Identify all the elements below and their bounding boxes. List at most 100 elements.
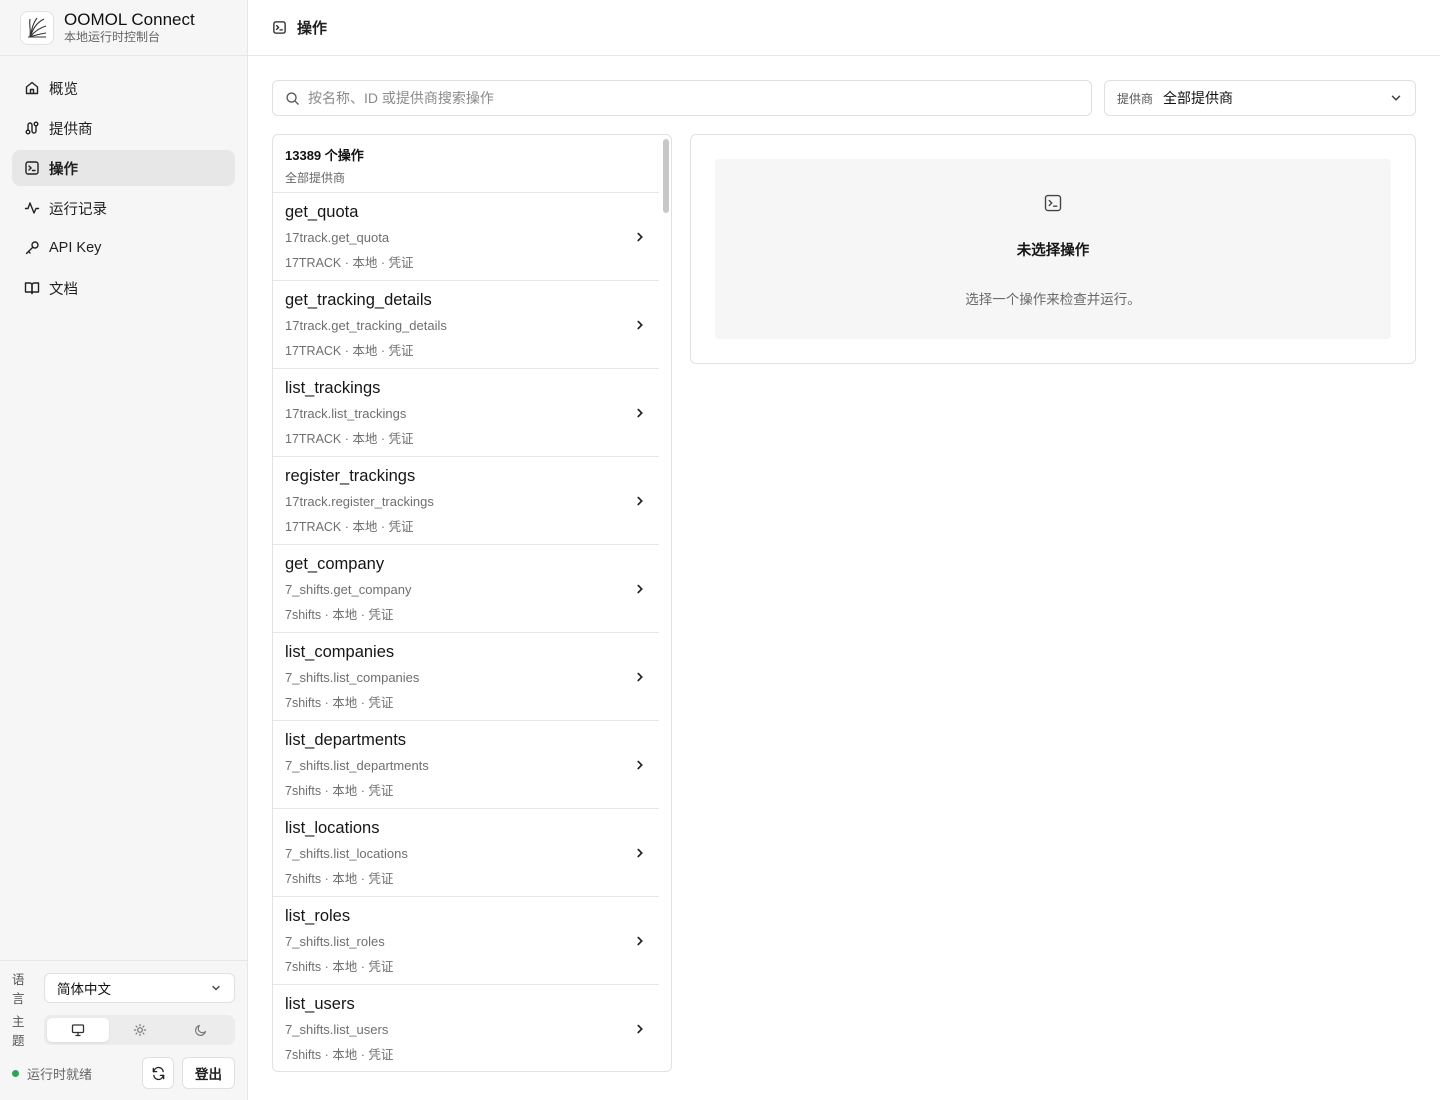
operation-info: list_departments 7_shifts.list_department… [285, 731, 429, 799]
operation-id: 7_shifts.list_users [285, 1021, 389, 1037]
provider-filter-label: 提供商 [1117, 91, 1154, 106]
sidebar-item-label: 操作 [49, 161, 78, 178]
terminal-icon [25, 161, 39, 175]
filter-bar: 提供商 全部提供商 [272, 80, 1416, 116]
operation-meta: 17TRACK · 本地 · 凭证 [285, 255, 414, 270]
sidebar-item-api-key[interactable]: API Key [12, 230, 235, 266]
activity-icon [24, 202, 40, 214]
operation-meta: 7shifts · 本地 · 凭证 [285, 1047, 394, 1062]
search-box [272, 80, 1092, 116]
operation-meta: 7shifts · 本地 · 凭证 [285, 607, 394, 622]
operation-info: list_locations 7_shifts.list_locations 7sh… [285, 819, 408, 887]
list-item[interactable]: get_company 7_shifts.get_company 7shifts ·… [273, 545, 659, 633]
chevron-right-icon [637, 408, 643, 417]
chevron-right-icon [637, 760, 643, 769]
sidebar-nav: 概览 提供商 操作 运行记录 API Key 文档 [0, 56, 247, 320]
scrollbar-thumb[interactable] [663, 139, 669, 213]
operation-name: list_trackings [285, 378, 381, 397]
chevron-right-icon [637, 232, 643, 241]
main-content: 操作 提供商 全部提供商 13389 个操作 全部提供商 [248, 0, 1440, 1100]
list-scrollbar[interactable] [663, 137, 669, 1069]
sidebar-item-label: 概览 [49, 81, 78, 98]
operation-name: get_quota [285, 202, 359, 221]
empty-state-description: 选择一个操作来检查并运行。 [965, 292, 1141, 307]
sidebar-item-label: 运行记录 [49, 201, 107, 218]
runtime-status-text: 运行时就绪 [27, 1066, 93, 1082]
operation-name: list_departments [285, 730, 407, 749]
operation-detail: 未选择操作 选择一个操作来检查并运行。 [690, 134, 1416, 364]
operation-meta: 17TRACK · 本地 · 凭证 [285, 519, 414, 534]
list-item[interactable]: list_users 7_shifts.list_users 7shifts · 本… [273, 985, 659, 1071]
logout-button[interactable]: 登出 [182, 1057, 235, 1089]
list-item[interactable]: list_departments 7_shifts.list_department… [273, 721, 659, 809]
theme-light-button[interactable] [109, 1018, 171, 1042]
operation-meta: 17TRACK · 本地 · 凭证 [285, 343, 414, 358]
language-select[interactable]: 简体中文 [44, 973, 235, 1003]
sidebar-footer: 语言 简体中文 主题 运行时就绪 登出 [0, 960, 247, 1100]
list-header: 13389 个操作 全部提供商 [273, 135, 659, 193]
operation-info: get_company 7_shifts.get_company 7shifts ·… [285, 555, 411, 623]
list-item[interactable]: list_locations 7_shifts.list_locations 7sh… [273, 809, 659, 897]
refresh-button[interactable] [142, 1057, 174, 1089]
empty-state-title: 未选择操作 [1016, 243, 1090, 259]
operation-info: list_companies 7_shifts.list_companies 7sh… [285, 643, 419, 711]
chevron-down-icon [1391, 95, 1401, 101]
operation-id: 7_shifts.list_companies [285, 669, 420, 685]
sidebar-item-providers[interactable]: 提供商 [12, 110, 235, 146]
sidebar-item-label: 提供商 [49, 121, 93, 138]
list-filter-text: 全部提供商 [285, 171, 346, 185]
sidebar-item-label: API Key [49, 240, 102, 256]
brand-name: OOMOL Connect [64, 9, 195, 29]
operation-name: list_users [285, 994, 355, 1013]
operation-id: 17track.get_tracking_details [285, 317, 447, 333]
refresh-icon [152, 1066, 164, 1080]
brand-subtitle: 本地运行时控制台 [64, 30, 161, 45]
operation-name: get_company [285, 554, 385, 573]
home-icon [25, 81, 39, 95]
sidebar-item-docs[interactable]: 文档 [12, 270, 235, 306]
operations-items: get_quota 17track.get_quota 17TRACK · 本地 ·… [273, 193, 671, 1071]
operation-id: 7_shifts.list_locations [285, 845, 408, 861]
operation-name: list_locations [285, 818, 380, 837]
sidebar-item-operations[interactable]: 操作 [12, 150, 235, 186]
chevron-down-icon [212, 985, 220, 991]
app-root: OOMOL Connect 本地运行时控制台 概览 提供商 操作 运行记录 AP… [0, 0, 1440, 1100]
theme-switcher [44, 1015, 235, 1045]
operation-info: register_trackings 17track.register_track… [285, 467, 434, 535]
list-item[interactable]: register_trackings 17track.register_track… [273, 457, 659, 545]
key-icon [25, 241, 39, 255]
language-value: 简体中文 [57, 982, 111, 997]
list-item[interactable]: get_tracking_details 17track.get_tracking… [273, 281, 659, 369]
operation-name: list_companies [285, 642, 395, 661]
operation-id: 17track.get_quota [285, 229, 390, 245]
terminal-icon [273, 21, 286, 34]
oomol-logo-icon [20, 10, 54, 45]
operation-id: 17track.list_trackings [285, 405, 407, 421]
empty-state: 未选择操作 选择一个操作来检查并运行。 [715, 159, 1391, 339]
search-input[interactable] [308, 90, 1079, 106]
theme-dark-button[interactable] [170, 1018, 232, 1042]
brand: OOMOL Connect 本地运行时控制台 [0, 0, 247, 56]
sidebar-item-overview[interactable]: 概览 [12, 70, 235, 106]
terminal-icon [1044, 194, 1062, 212]
operation-meta: 7shifts · 本地 · 凭证 [285, 695, 394, 710]
operations-count: 13389 个操作 [285, 148, 364, 163]
list-item[interactable]: get_quota 17track.get_quota 17TRACK · 本地 ·… [273, 193, 659, 281]
theme-label: 主题 [12, 1015, 25, 1048]
provider-filter-value: 全部提供商 [1163, 90, 1234, 106]
operations-list: 13389 个操作 全部提供商 get_quota 17track.get_quo… [272, 134, 672, 1072]
theme-system-button[interactable] [47, 1018, 109, 1042]
operation-info: list_roles 7_shifts.list_roles 7shifts · 本… [285, 907, 393, 975]
list-item[interactable]: list_companies 7_shifts.list_companies 7sh… [273, 633, 659, 721]
operation-info: get_quota 17track.get_quota 17TRACK · 本地 ·… [285, 203, 414, 271]
runtime-status: 运行时就绪 [12, 1064, 92, 1083]
provider-filter-select[interactable]: 提供商 全部提供商 [1104, 80, 1416, 116]
page-title: 操作 [297, 20, 328, 37]
status-dot-icon [12, 1069, 19, 1077]
sidebar-item-runs[interactable]: 运行记录 [12, 190, 235, 226]
list-item[interactable]: list_roles 7_shifts.list_roles 7shifts · 本… [273, 897, 659, 985]
chevron-right-icon [637, 496, 643, 505]
operation-meta: 7shifts · 本地 · 凭证 [285, 783, 394, 798]
list-item[interactable]: list_trackings 17track.list_trackings 17TR… [273, 369, 659, 457]
operation-id: 7_shifts.list_roles [285, 933, 385, 949]
